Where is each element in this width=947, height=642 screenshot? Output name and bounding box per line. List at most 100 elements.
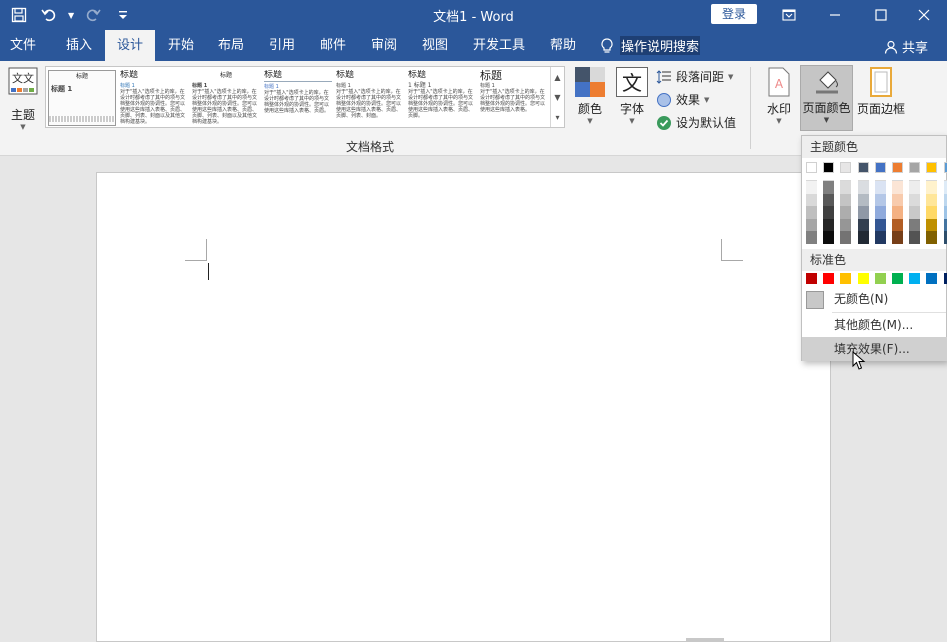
style-set-item[interactable]: 标题 标题 1 对于"插入"选项卡上的库，在设计时都考虑了其中的项与文档整体外观… [192, 70, 260, 126]
close-icon[interactable] [901, 0, 947, 30]
tab-insert[interactable]: 插入 [56, 30, 102, 61]
theme-color-shade-swatch[interactable] [806, 231, 817, 244]
customize-toolbar-icon[interactable] [112, 4, 134, 26]
tab-references[interactable]: 引用 [259, 30, 305, 61]
theme-color-shade-swatch[interactable] [892, 193, 903, 207]
paragraph-spacing-button[interactable]: 段落间距 ▼ [656, 68, 733, 85]
document-page[interactable] [96, 172, 831, 642]
maximize-icon[interactable] [858, 0, 904, 30]
save-icon[interactable] [8, 4, 30, 26]
theme-color-swatch[interactable] [823, 162, 835, 173]
standard-color-swatch[interactable] [892, 273, 903, 284]
gallery-more-icon[interactable]: ▾ [555, 113, 559, 122]
tab-review[interactable]: 审阅 [361, 30, 407, 61]
theme-color-shade-swatch[interactable] [943, 231, 947, 244]
theme-color-shade-swatch[interactable] [840, 181, 852, 194]
theme-color-shade-swatch[interactable] [943, 218, 947, 232]
theme-color-swatch[interactable] [840, 162, 852, 173]
theme-color-shade-swatch[interactable] [823, 218, 835, 232]
theme-color-shade-swatch[interactable] [840, 231, 852, 244]
standard-color-swatch[interactable] [874, 273, 886, 284]
theme-color-shade-swatch[interactable] [823, 206, 835, 219]
theme-color-shade-swatch[interactable] [943, 181, 947, 194]
set-as-default-button[interactable]: 设为默认值 [656, 114, 736, 131]
style-set-item[interactable]: 标题 标题 1 [48, 70, 116, 126]
undo-icon[interactable] [38, 4, 60, 26]
theme-color-shade-swatch[interactable] [909, 193, 921, 207]
theme-color-shade-swatch[interactable] [840, 218, 852, 232]
tab-mailings[interactable]: 邮件 [310, 30, 356, 61]
theme-color-shade-swatch[interactable] [892, 218, 903, 232]
theme-color-shade-swatch[interactable] [874, 181, 886, 194]
theme-color-shade-swatch[interactable] [857, 218, 869, 232]
theme-color-swatch[interactable] [909, 162, 921, 173]
theme-color-shade-swatch[interactable] [926, 231, 938, 244]
theme-color-swatch[interactable] [926, 162, 938, 173]
theme-color-swatch[interactable] [806, 162, 817, 173]
theme-color-shade-swatch[interactable] [857, 181, 869, 194]
effects-button[interactable]: 效果 ▼ [656, 91, 709, 108]
theme-color-shade-swatch[interactable] [943, 206, 947, 219]
no-color-item[interactable]: 无颜色(N) [802, 287, 947, 311]
tab-layout[interactable]: 布局 [208, 30, 254, 61]
style-set-item[interactable]: 标题 1 标题 1 对于"插入"选项卡上的库，在设计时都考虑了其中的项与文档整体… [408, 70, 476, 126]
theme-color-shade-swatch[interactable] [840, 193, 852, 207]
watermark-button[interactable]: A 水印 ▼ [762, 67, 796, 125]
tab-developer[interactable]: 开发工具 [466, 30, 532, 61]
login-button[interactable]: 登录 [711, 4, 757, 24]
theme-color-shade-swatch[interactable] [909, 206, 921, 219]
tab-help[interactable]: 帮助 [540, 30, 586, 61]
theme-color-shade-swatch[interactable] [806, 193, 817, 207]
page-color-button[interactable]: 页面颜色 ▼ [800, 65, 853, 131]
theme-color-shade-swatch[interactable] [857, 231, 869, 244]
theme-color-shade-swatch[interactable] [909, 218, 921, 232]
theme-color-shade-swatch[interactable] [909, 231, 921, 244]
theme-color-shade-swatch[interactable] [926, 218, 938, 232]
theme-color-shade-swatch[interactable] [874, 231, 886, 244]
theme-color-shade-swatch[interactable] [943, 193, 947, 207]
theme-color-shade-swatch[interactable] [892, 206, 903, 219]
theme-color-shade-swatch[interactable] [926, 206, 938, 219]
gallery-down-icon[interactable]: ▼ [554, 93, 560, 102]
minimize-icon[interactable] [812, 0, 858, 30]
colors-button[interactable]: 颜色 ▼ [573, 67, 607, 125]
tab-design[interactable]: 设计 [105, 30, 155, 61]
theme-color-swatch[interactable] [943, 162, 947, 173]
theme-color-shade-swatch[interactable] [857, 206, 869, 219]
theme-color-shade-swatch[interactable] [806, 181, 817, 194]
theme-color-shade-swatch[interactable] [823, 193, 835, 207]
theme-color-swatch[interactable] [874, 162, 886, 173]
theme-color-shade-swatch[interactable] [840, 206, 852, 219]
theme-color-shade-swatch[interactable] [892, 181, 903, 194]
theme-color-shade-swatch[interactable] [926, 193, 938, 207]
standard-color-swatch[interactable] [823, 273, 835, 284]
page-borders-button[interactable]: 页面边框 [856, 67, 906, 117]
theme-color-shade-swatch[interactable] [823, 231, 835, 244]
style-set-item[interactable]: 标题 标题 1 对于"插入"选项卡上的库，在设计时都考虑了其中的项与文档整体外观… [264, 70, 332, 126]
theme-color-shade-swatch[interactable] [874, 206, 886, 219]
theme-color-shade-swatch[interactable] [874, 218, 886, 232]
theme-color-shade-swatch[interactable] [874, 193, 886, 207]
standard-color-swatch[interactable] [806, 273, 817, 284]
standard-color-swatch[interactable] [909, 273, 921, 284]
tab-home[interactable]: 开始 [158, 30, 204, 61]
ribbon-display-options-icon[interactable] [766, 0, 812, 30]
horizontal-scrollbar[interactable] [686, 638, 724, 642]
undo-dropdown-icon[interactable]: ▼ [68, 11, 74, 20]
standard-color-swatch[interactable] [926, 273, 938, 284]
share-button[interactable]: 共享 [884, 37, 928, 56]
theme-color-swatch[interactable] [892, 162, 903, 173]
standard-color-swatch[interactable] [840, 273, 852, 284]
style-set-item[interactable]: 标题 标题 1 对于"插入"选项卡上的库，在设计时都考虑了其中的项与文档整体外观… [336, 70, 404, 126]
theme-color-shade-swatch[interactable] [892, 231, 903, 244]
more-colors-item[interactable]: 其他颜色(M)... [802, 313, 947, 337]
themes-button[interactable]: 文文 主题 ▼ [6, 67, 40, 131]
style-set-item[interactable]: 标题 标题 1 对于"插入"选项卡上的库，在设计时都考虑了其中的项与文档整体外观… [120, 70, 188, 126]
theme-color-swatch[interactable] [857, 162, 869, 173]
theme-color-shade-swatch[interactable] [823, 181, 835, 194]
redo-icon[interactable] [82, 4, 104, 26]
style-set-item[interactable]: 标题 标题 1 对于"插入"选项卡上的库，在设计时都考虑了其中的项与文档整体外观… [480, 70, 548, 126]
fill-effects-item[interactable]: 填充效果(F)... [802, 337, 947, 361]
theme-color-shade-swatch[interactable] [909, 181, 921, 194]
theme-color-shade-swatch[interactable] [857, 193, 869, 207]
